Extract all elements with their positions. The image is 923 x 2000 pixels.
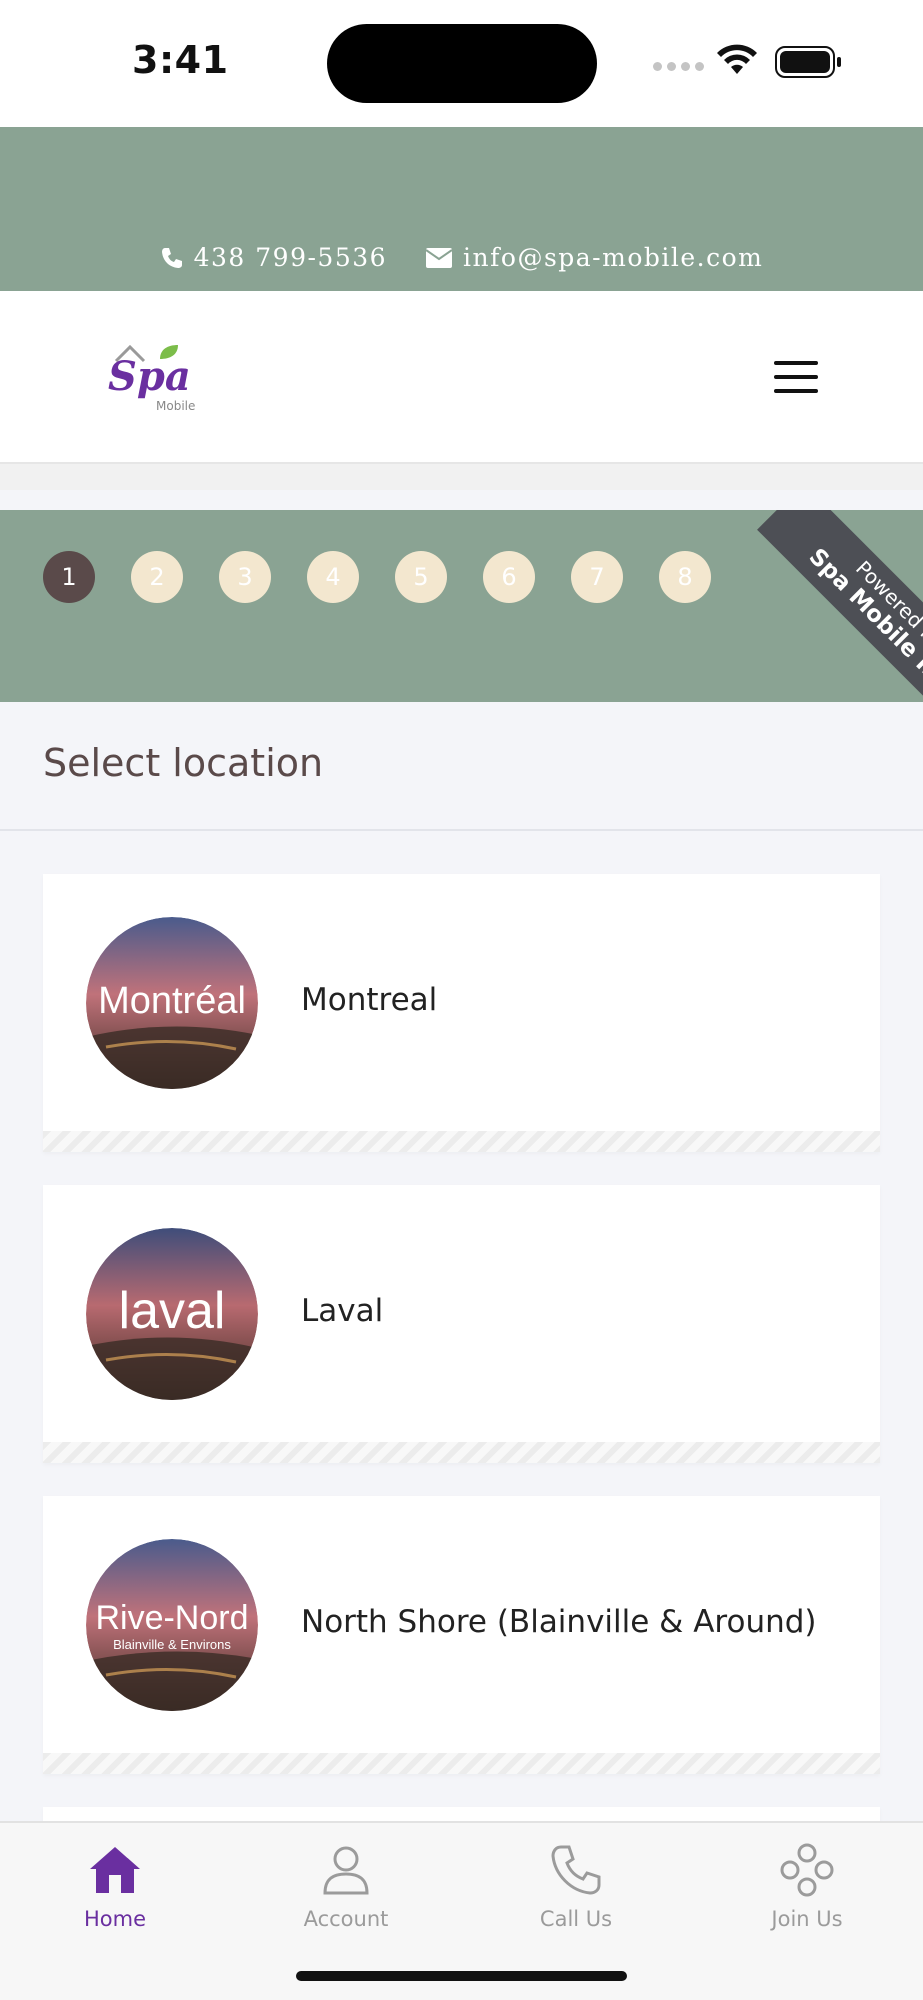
spa-mobile-logo[interactable]: Spa Mobile (108, 339, 195, 419)
powered-by-ribbon: Powered by Spa Mobile Inc. (757, 510, 923, 702)
step-5[interactable]: 5 (395, 551, 447, 603)
section-divider (0, 829, 923, 831)
join-icon (780, 1843, 834, 1897)
envelope-icon (425, 247, 453, 268)
rive-nord-avatar: Rive-Nord Blainville & Environs (86, 1539, 258, 1711)
card-stripes (43, 1442, 880, 1463)
step-4[interactable]: 4 (307, 551, 359, 603)
nav-home[interactable]: Home (35, 1841, 195, 1931)
phone-icon (551, 1845, 601, 1895)
hamburger-menu-icon[interactable] (772, 357, 820, 397)
account-icon (323, 1846, 369, 1895)
status-time: 3:41 (132, 38, 229, 82)
laval-badge-text: laval (119, 1282, 226, 1340)
nav-call-us[interactable]: Call Us (496, 1841, 656, 1931)
laval-avatar: laval (86, 1228, 258, 1400)
step-8[interactable]: 8 (659, 551, 711, 603)
email-address[interactable]: info@spa-mobile.com (463, 243, 763, 272)
booking-stepper: 1 2 3 4 5 6 7 8 Powered by Spa Mobile In… (0, 510, 923, 702)
site-header: Spa Mobile (0, 291, 923, 464)
phone-contact[interactable]: 438 799-5536 (160, 243, 387, 272)
step-6[interactable]: 6 (483, 551, 535, 603)
card-stripes (43, 1131, 880, 1152)
montreal-badge-text: Montréal (98, 980, 246, 1022)
step-list: 1 2 3 4 5 6 7 8 (43, 551, 711, 603)
nav-account-label: Account (303, 1907, 389, 1931)
nav-account[interactable]: Account (266, 1841, 426, 1931)
location-label-laval: Laval (301, 1293, 384, 1329)
nav-join-us-label: Join Us (771, 1907, 843, 1931)
status-bar: 3:41 (0, 0, 923, 127)
location-card-north-shore[interactable]: Rive-Nord Blainville & Environs North Sh… (43, 1496, 880, 1774)
nav-home-label: Home (83, 1907, 146, 1931)
phone-number[interactable]: 438 799-5536 (194, 243, 387, 272)
step-3[interactable]: 3 (219, 551, 271, 603)
logo-text: Spa (108, 353, 191, 400)
home-indicator[interactable] (296, 1971, 627, 1981)
header-gap (0, 464, 923, 490)
phone-icon (161, 247, 182, 268)
dynamic-island (327, 24, 597, 103)
cellular-signal-icon (653, 62, 704, 71)
home-icon (90, 1847, 140, 1893)
montreal-avatar: Montréal (86, 917, 258, 1089)
battery-icon (775, 46, 841, 78)
step-2[interactable]: 2 (131, 551, 183, 603)
wifi-icon (717, 44, 757, 74)
location-label-montreal: Montreal (301, 982, 438, 1018)
step-1[interactable]: 1 (43, 551, 95, 603)
location-card-laval[interactable]: laval Laval (43, 1185, 880, 1463)
page-title: Select location (43, 741, 324, 785)
location-label-north-shore: North Shore (Blainville & Around) (301, 1604, 817, 1640)
nav-call-us-label: Call Us (539, 1907, 613, 1931)
nav-join-us[interactable]: Join Us (727, 1841, 887, 1931)
location-card-montreal[interactable]: Montréal Montreal (43, 874, 880, 1152)
rive-nord-badge-text: Rive-Nord (95, 1599, 248, 1637)
email-contact[interactable]: info@spa-mobile.com (425, 243, 763, 272)
step-7[interactable]: 7 (571, 551, 623, 603)
contact-row: 438 799-5536 info@spa-mobile.com (0, 243, 923, 272)
logo-subtext: Mobile (156, 399, 196, 413)
card-stripes (43, 1753, 880, 1774)
rive-nord-badge-subtext: Blainville & Environs (113, 1637, 231, 1652)
